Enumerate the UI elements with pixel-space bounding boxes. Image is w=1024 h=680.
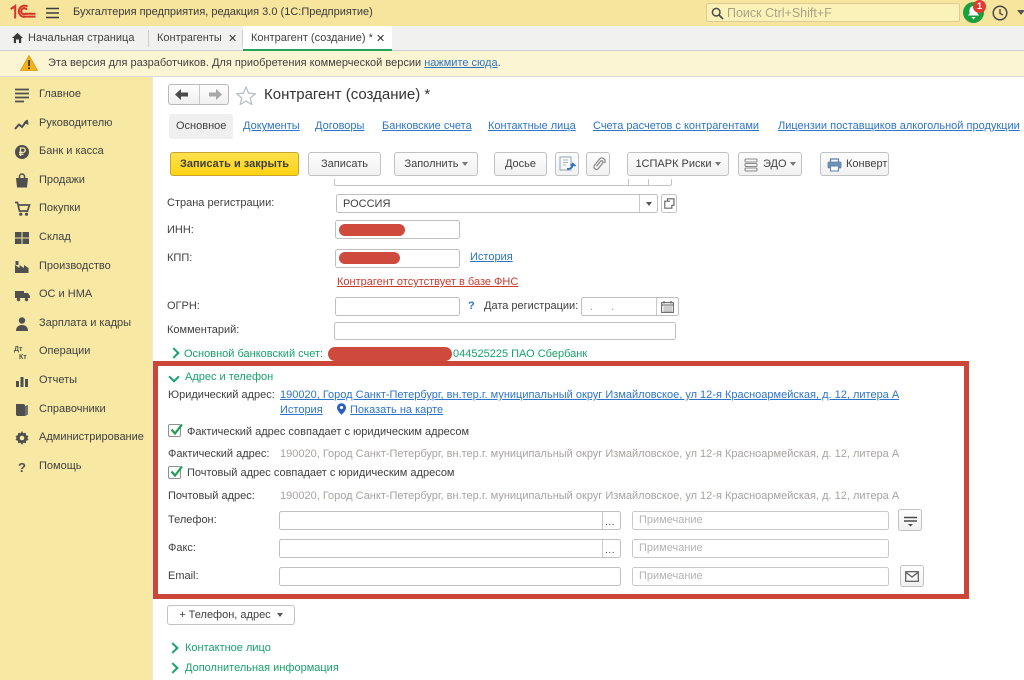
svg-text:?: ? xyxy=(18,460,26,475)
svg-text:Кт: Кт xyxy=(19,354,27,360)
svg-text:Дт: Дт xyxy=(14,346,23,353)
